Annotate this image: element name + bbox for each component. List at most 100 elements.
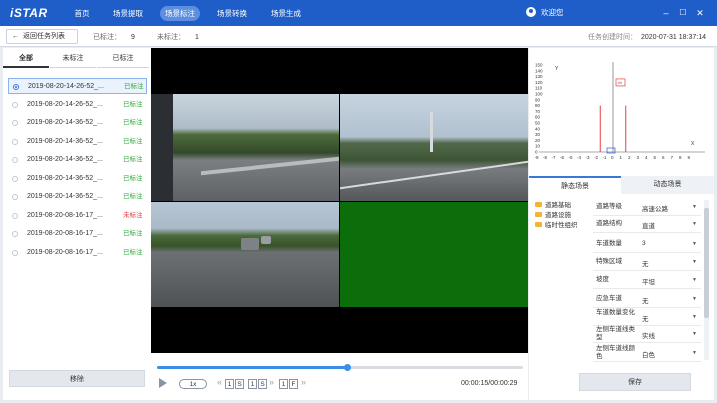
x-tick-label: 6 [662, 155, 665, 160]
nav-scene-annotate[interactable]: 场景标注 [160, 6, 200, 21]
property-label: 坡度 [596, 276, 609, 283]
nav-home[interactable]: 首页 [70, 6, 94, 21]
radio-icon[interactable] [12, 175, 18, 182]
scene-status-badge: 已标注 [123, 156, 143, 163]
tab-labeled[interactable]: 已标注 [97, 50, 149, 68]
nav-scene-convert[interactable]: 场景转换 [214, 6, 250, 21]
property-label: 车道数量 [596, 240, 622, 247]
speed-selector[interactable]: 1x [179, 379, 207, 389]
scene-category-node[interactable]: 道路设施 [535, 211, 571, 220]
step-forward-icon[interactable]: » [269, 377, 274, 387]
frame-input[interactable]: 1 [279, 379, 288, 389]
back-to-task-list-button[interactable]: ← 返回任务列表 [6, 29, 78, 44]
property-value-select[interactable]: 平坦 [642, 276, 655, 286]
chevron-down-icon[interactable]: ▼ [692, 331, 697, 337]
radio-icon[interactable] [12, 212, 18, 219]
property-label: 左侧车道线类型 [596, 326, 635, 341]
scene-list-item[interactable]: 2019-08-20-08-16-17_... 已标注 [8, 245, 147, 261]
tab-unlabeled[interactable]: 未标注 [50, 50, 96, 68]
scene-list-item[interactable]: 2019-08-20-14-36-52_... 已标注 [8, 152, 147, 168]
video-viewer[interactable] [151, 48, 528, 353]
radio-icon[interactable] [12, 120, 18, 126]
chevron-down-icon[interactable]: ▼ [692, 296, 697, 302]
progress-fill [157, 366, 348, 369]
close-button[interactable]: ✕ [694, 6, 706, 20]
save-button[interactable]: 保存 [579, 373, 691, 391]
scene-list-item[interactable]: 2019-08-20-08-16-17_... 已标注 [8, 226, 147, 242]
scene-list-item[interactable]: 2019-08-20-14-36-52_... 已标注 [8, 171, 147, 187]
step-forward-frame-icon[interactable]: » [301, 377, 306, 387]
y-tick-label: 110 [535, 86, 543, 91]
scene-category-node[interactable]: 临时性组织 [535, 221, 578, 230]
tab-dynamic-scene[interactable]: 动态场景 [621, 176, 714, 194]
tab-all[interactable]: 全部 [3, 50, 49, 68]
nav-scene-generate[interactable]: 场景生成 [268, 6, 304, 21]
radio-icon[interactable] [12, 157, 18, 163]
y-tick-label: 60 [535, 115, 541, 120]
scene-list-item[interactable]: 2019-08-20-14-36-52_... 已标注 [8, 189, 147, 205]
playback-progress-bar[interactable] [157, 364, 523, 371]
detected-object-label: ## [618, 80, 623, 85]
seconds-unit-2: S [258, 379, 267, 389]
scene-list-item[interactable]: 2019-08-20-14-26-52_... 已标注 [8, 97, 147, 113]
property-value-select[interactable]: 直道 [642, 220, 655, 230]
scene-file-name: 2019-08-20-08-16-17_... [27, 211, 103, 219]
seconds-input-2[interactable]: 1 [248, 379, 257, 389]
x-tick-label: 2 [628, 155, 631, 160]
scene-file-name: 2019-08-20-14-36-52_... [27, 137, 103, 145]
scene-list-item[interactable]: 2019-08-20-14-36-52_... 已标注 [8, 134, 147, 150]
property-value-select[interactable]: 白色 [642, 349, 655, 359]
scene-category-node[interactable]: 道路基础 [535, 201, 571, 210]
user-menu[interactable]: 欢迎您 [526, 6, 564, 20]
scene-list-panel: 全部 未标注 已标注 2019-08-20-14-26-52_... 已标注 201… [3, 48, 151, 400]
x-tick-label: 5 [654, 155, 657, 160]
properties-scrollbar[interactable] [704, 200, 709, 360]
scene-list-item[interactable]: 2019-08-20-14-36-52_... 已标注 [8, 115, 147, 131]
radio-icon[interactable] [12, 101, 18, 108]
progress-knob[interactable] [344, 364, 352, 371]
property-value-select[interactable]: 3 [642, 240, 646, 247]
chevron-down-icon[interactable]: ▼ [692, 350, 697, 356]
seconds-input[interactable]: 1 [225, 379, 234, 389]
scene-file-name: 2019-08-20-14-36-52_... [27, 119, 103, 126]
property-value-select[interactable]: 高速公路 [642, 203, 668, 213]
property-value-select[interactable]: 无 [642, 258, 649, 268]
play-icon[interactable] [159, 378, 167, 388]
chevron-down-icon[interactable]: ▼ [692, 241, 697, 247]
radio-icon[interactable] [12, 249, 18, 256]
top-bar: iSTAR 首页 场景提取 场景标注 场景转换 场景生成 欢迎您 – ☐ ✕ [0, 0, 717, 26]
chevron-down-icon[interactable]: ▼ [692, 204, 697, 210]
chevron-down-icon[interactable]: ▼ [692, 221, 697, 227]
tab-static-scene[interactable]: 静态场景 [529, 176, 621, 194]
back-button-label: 返回任务列表 [23, 33, 65, 40]
radio-icon[interactable] [13, 84, 19, 90]
property-value-select[interactable]: 无 [642, 295, 649, 305]
x-tick-label: -8 [543, 155, 547, 160]
maximize-button[interactable]: ☐ [677, 6, 689, 20]
x-tick-label: 3 [637, 155, 640, 160]
radio-icon[interactable] [12, 138, 18, 145]
scene-status-badge: 已标注 [123, 100, 143, 108]
step-back-icon[interactable]: « [217, 377, 222, 387]
nav-scene-extract[interactable]: 场景提取 [110, 6, 146, 21]
remove-button[interactable]: 移除 [9, 370, 145, 387]
camera-front-right [340, 94, 528, 201]
radio-icon[interactable] [12, 231, 18, 237]
radio-icon[interactable] [12, 194, 18, 200]
x-tick-label: -2 [594, 155, 598, 160]
folder-icon [535, 222, 542, 227]
minimize-button[interactable]: – [660, 6, 672, 20]
x-tick-label: -3 [586, 155, 590, 160]
scene-status-badge: 已标注 [123, 230, 143, 237]
chevron-down-icon[interactable]: ▼ [692, 314, 697, 320]
scene-list-item[interactable]: 2019-08-20-08-16-17_... 未标注 [8, 208, 147, 224]
camera-rear [151, 202, 339, 307]
chevron-down-icon[interactable]: ▼ [692, 259, 697, 265]
property-value-select[interactable]: 无 [642, 313, 649, 323]
y-tick-label: 130 [535, 74, 543, 79]
x-tick-label: -9 [535, 155, 539, 160]
folder-icon [535, 212, 542, 217]
chevron-down-icon[interactable]: ▼ [692, 277, 697, 283]
scene-list-item[interactable]: 2019-08-20-14-26-52_... 已标注 [8, 78, 147, 94]
property-value-select[interactable]: 实线 [642, 330, 655, 340]
